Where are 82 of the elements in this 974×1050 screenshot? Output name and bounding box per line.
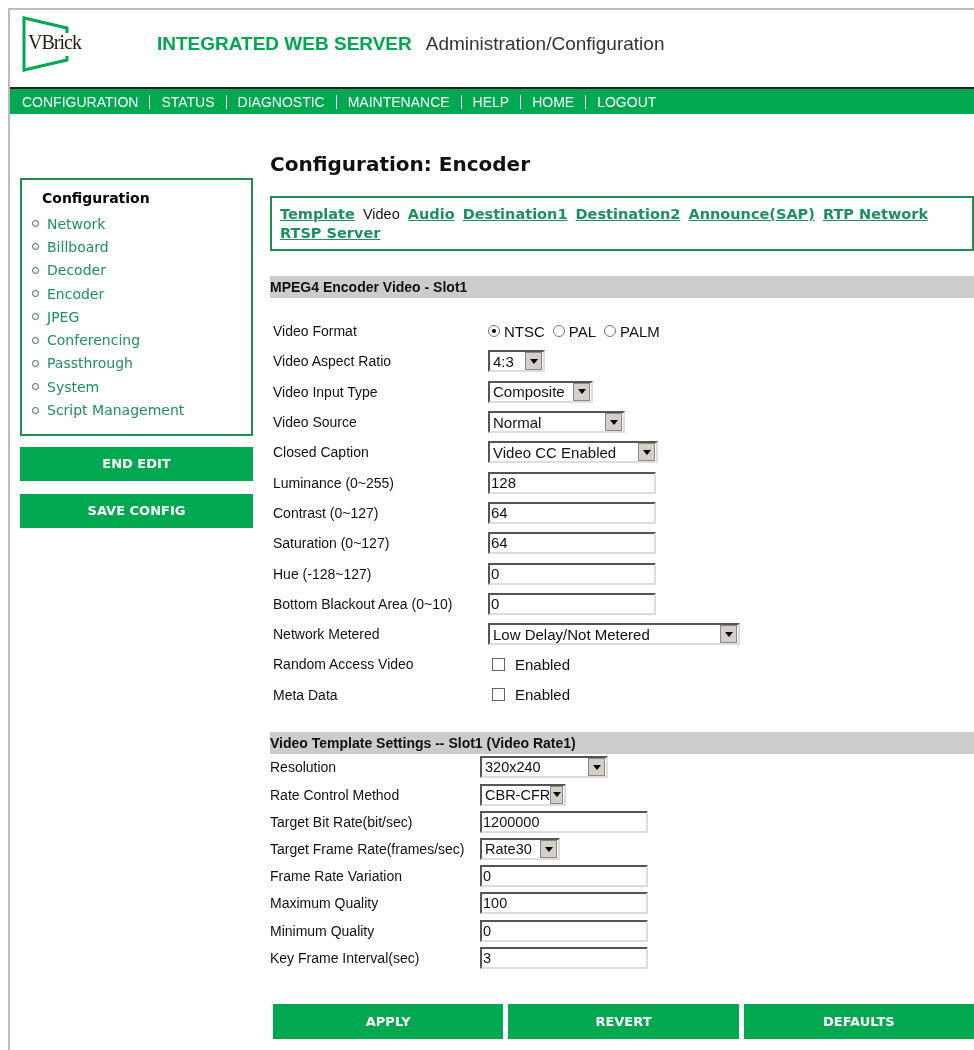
field-label: Luminance (0~255) xyxy=(273,474,396,491)
field-label: Rate Control Method xyxy=(270,786,401,803)
field-label: Closed Caption xyxy=(273,444,370,461)
dropdown[interactable]: 320x240 xyxy=(480,756,608,779)
input-field[interactable]: 0 xyxy=(480,919,648,942)
section-header: MPEG4 Encoder Video - Slot1 xyxy=(270,276,974,298)
sidebar-link[interactable]: System xyxy=(47,378,100,395)
sidebar-title: Configuration xyxy=(42,190,151,206)
input-field[interactable]: 64 xyxy=(488,532,656,555)
nav-link[interactable]: LOGOUT xyxy=(597,93,657,110)
field-label: Random Access Video xyxy=(273,656,415,673)
field-label: Video Aspect Ratio xyxy=(273,353,393,370)
nav-link[interactable]: CONFIGURATION xyxy=(22,93,139,110)
input-field[interactable]: 0 xyxy=(488,562,656,585)
input-field[interactable]: 0 xyxy=(488,592,656,615)
action-button[interactable]: APPLY xyxy=(273,1004,504,1040)
field-label: Resolution xyxy=(270,759,338,776)
field-label: Key Frame Interval(sec) xyxy=(270,949,421,966)
dropdown[interactable]: CBR-CFR xyxy=(480,783,566,806)
action-button[interactable]: DEFAULTS xyxy=(743,1004,974,1040)
dropdown[interactable]: Rate30 xyxy=(480,838,560,860)
nav-link[interactable]: HOME xyxy=(532,93,575,110)
tab[interactable]: RTP Network xyxy=(822,206,929,222)
input-field[interactable]: 128 xyxy=(488,471,656,494)
sidebar-link[interactable]: Decoder xyxy=(47,262,106,279)
field-label: Contrast (0~127) xyxy=(273,504,380,521)
dropdown[interactable]: 4:3 xyxy=(488,350,545,373)
sidebar-link[interactable]: Script Management xyxy=(47,402,185,418)
section-header: Video Template Settings -- Slot1 (Video Rate1) xyxy=(270,731,974,754)
checkbox-label: Enabled xyxy=(515,686,571,704)
sidebar-link[interactable]: Network xyxy=(47,215,106,232)
input-field[interactable]: 0 xyxy=(480,865,648,888)
tab[interactable]: Destination2 xyxy=(575,206,681,222)
sidebar-link[interactable]: JPEG xyxy=(47,308,80,325)
field-label: Maximum Quality xyxy=(270,895,380,912)
dropdown[interactable]: Video CC Enabled xyxy=(488,441,658,464)
checkbox[interactable] xyxy=(492,657,505,671)
field-label: Hue (-128~127) xyxy=(273,565,373,582)
end-edit-button[interactable]: END EDIT xyxy=(20,446,253,481)
field-label: Video Source xyxy=(273,414,358,431)
field-label: Meta Data xyxy=(273,686,339,703)
sidebar-link[interactable]: Conferencing xyxy=(47,332,141,349)
tab[interactable]: Announce(SAP) xyxy=(688,206,815,222)
dropdown[interactable]: Composite xyxy=(488,380,593,403)
sidebar-link[interactable]: Billboard xyxy=(47,238,109,255)
field-label: Bottom Blackout Area (0~10) xyxy=(273,595,454,612)
vbrick-logo: VBrick xyxy=(22,16,92,72)
sidebar-link[interactable]: Passthrough xyxy=(47,355,133,372)
action-button[interactable]: REVERT xyxy=(508,1004,739,1040)
field-label: Network Metered xyxy=(273,626,381,643)
field-label: Frame Rate Variation xyxy=(270,868,403,885)
radio-label: PAL xyxy=(568,322,597,340)
product-title: INTEGRATED WEB SERVER xyxy=(157,33,412,55)
field-label: Minimum Quality xyxy=(270,922,376,939)
tab[interactable]: Template xyxy=(280,206,355,222)
field-label: Saturation (0~127) xyxy=(273,535,391,552)
input-field[interactable]: 1200000 xyxy=(480,810,648,833)
page-subtitle: Administration/Configuration xyxy=(425,33,665,55)
nav-link[interactable]: DIAGNOSTIC xyxy=(237,93,325,110)
nav-link[interactable]: MAINTENANCE xyxy=(347,93,450,110)
dropdown[interactable]: Low Delay/Not Metered xyxy=(488,623,740,646)
save-config-button[interactable]: SAVE CONFIG xyxy=(20,493,253,528)
page-title: Configuration: Encoder xyxy=(270,152,531,176)
field-label: Video Input Type xyxy=(273,383,379,400)
tab[interactable]: Video xyxy=(362,206,400,222)
nav-link[interactable]: HELP xyxy=(472,93,510,110)
field-label: Target Bit Rate(bit/sec) xyxy=(270,813,414,830)
radio-label: NTSC xyxy=(504,322,545,340)
dropdown[interactable]: Normal xyxy=(488,411,625,434)
field-label: Target Frame Rate(frames/sec) xyxy=(270,841,466,857)
radio-label: PALM xyxy=(620,322,660,340)
sidebar-link[interactable]: Encoder xyxy=(47,285,105,302)
input-field[interactable]: 100 xyxy=(480,892,648,915)
tab[interactable]: Audio xyxy=(407,206,455,222)
tab[interactable]: RTSP Server xyxy=(280,225,381,241)
input-field[interactable]: 3 xyxy=(480,946,648,969)
checkbox-label: Enabled xyxy=(515,655,571,673)
checkbox[interactable] xyxy=(492,688,505,702)
nav-link[interactable]: STATUS xyxy=(161,93,215,110)
field-label: Video Format xyxy=(273,323,358,340)
tab[interactable]: Destination1 xyxy=(462,206,568,222)
input-field[interactable]: 64 xyxy=(488,501,656,524)
